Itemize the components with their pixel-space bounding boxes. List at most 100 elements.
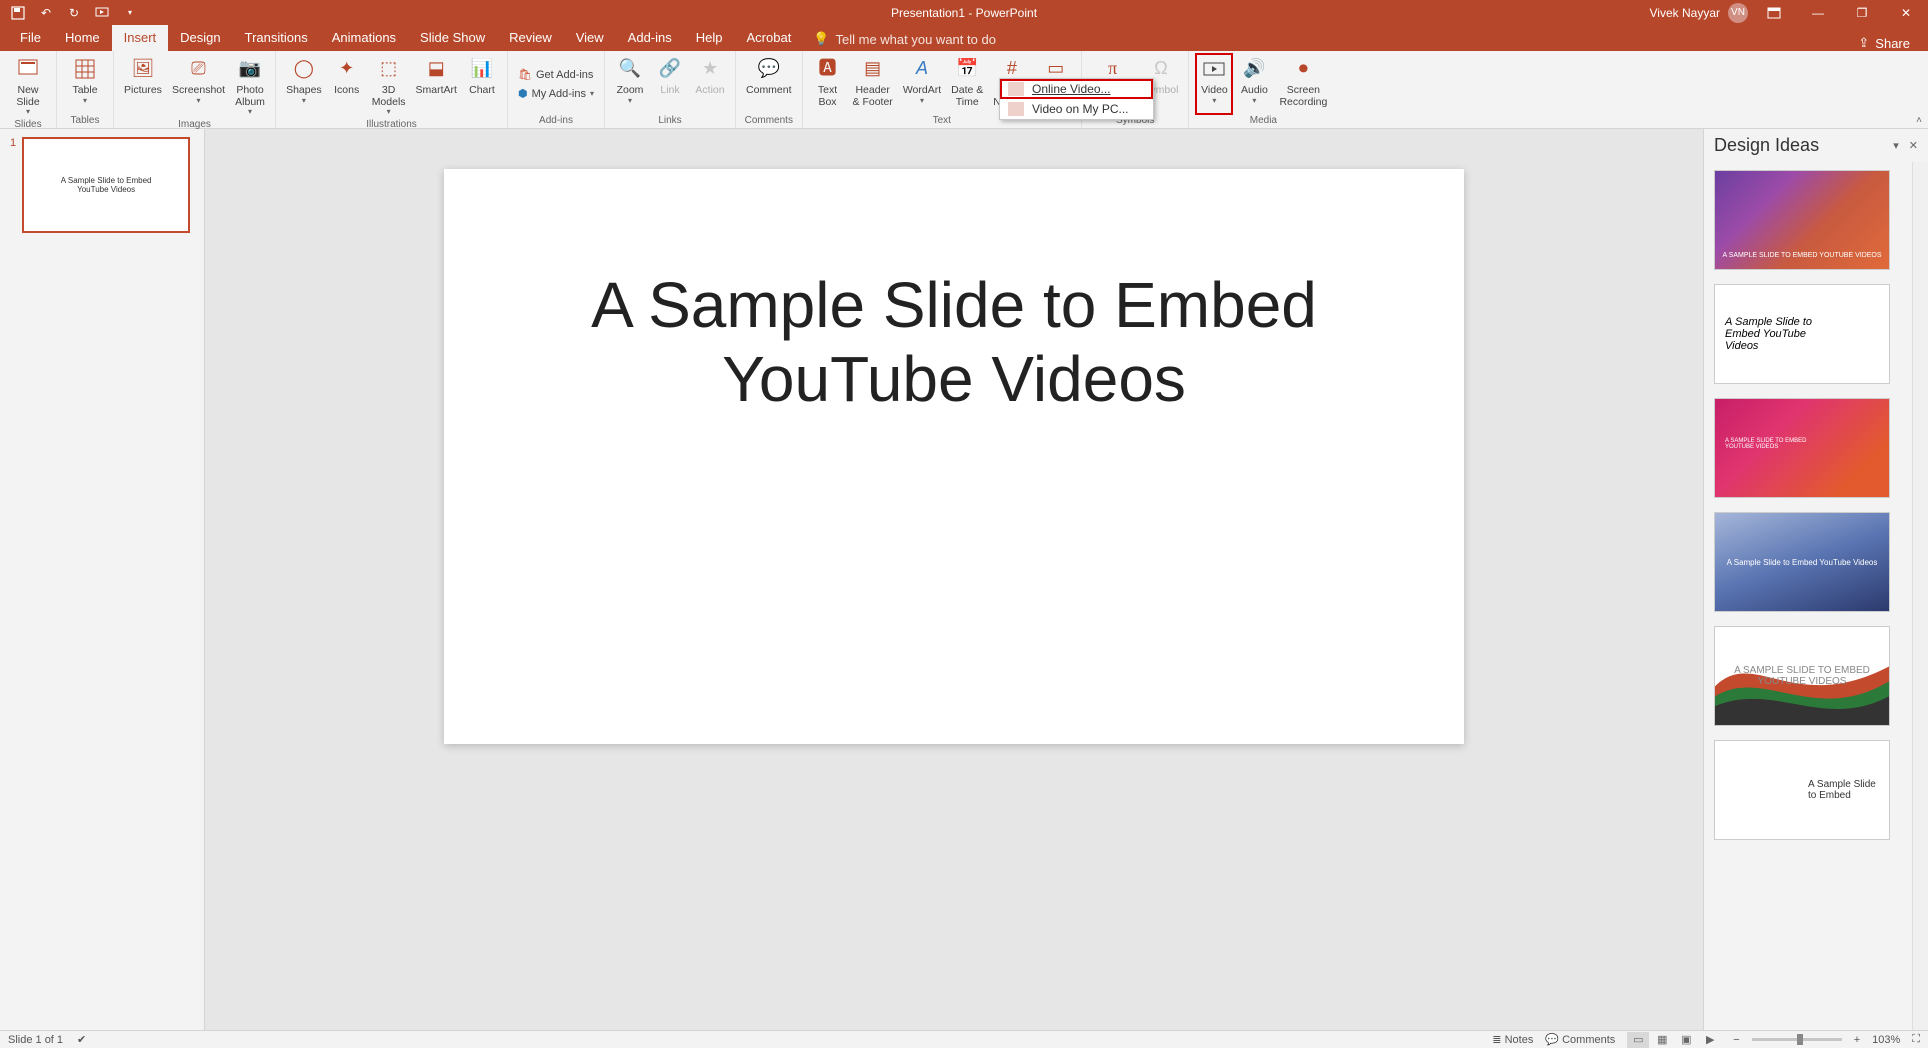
tab-animations[interactable]: Animations	[320, 25, 408, 51]
tab-help[interactable]: Help	[684, 25, 735, 51]
video-button[interactable]: Video▾	[1195, 53, 1233, 115]
design-idea-1[interactable]: A SAMPLE SLIDE TO EMBED YOUTUBE VIDEOS	[1714, 170, 1890, 270]
pane-options-icon[interactable]: ▾	[1893, 139, 1899, 152]
tab-addins[interactable]: Add-ins	[616, 25, 684, 51]
group-tables: Table ▾ Tables	[57, 51, 114, 128]
tab-design[interactable]: Design	[168, 25, 232, 51]
slide-title-text[interactable]: A Sample Slide to Embed YouTube Videos	[591, 269, 1317, 416]
design-idea-6[interactable]: A Sample Slide to Embed	[1714, 740, 1890, 840]
screen-recording-button[interactable]: ⏺Screen Recording	[1275, 53, 1331, 115]
slide-counter[interactable]: Slide 1 of 1	[8, 1034, 63, 1046]
tab-slideshow[interactable]: Slide Show	[408, 25, 497, 51]
slide-thumbnail-1[interactable]: A Sample Slide to Embed YouTube Videos	[22, 137, 190, 233]
spellcheck-icon[interactable]: ✔	[77, 1033, 86, 1046]
group-links-label: Links	[611, 115, 729, 128]
statusbar: Slide 1 of 1 ✔ ≣ Notes 💬 Comments ▭ ▦ ▣ …	[0, 1030, 1928, 1048]
photo-album-button[interactable]: 📷Photo Album▾	[231, 53, 269, 119]
design-idea-4[interactable]: A Sample Slide to Embed YouTube Videos	[1714, 512, 1890, 612]
online-video-label: Online Video...	[1032, 82, 1111, 96]
reading-view-icon[interactable]: ▣	[1675, 1032, 1697, 1048]
pane-close-icon[interactable]: ✕	[1909, 139, 1918, 152]
link-button: 🔗Link	[651, 53, 689, 115]
comment-button[interactable]: 💬Comment	[742, 53, 796, 115]
table-button[interactable]: Table ▾	[63, 53, 107, 115]
get-addins-button[interactable]: 🛍Get Add-ins	[514, 66, 598, 83]
zoom-in-icon[interactable]: +	[1854, 1034, 1860, 1046]
text-box-button[interactable]: 🅰Text Box	[809, 53, 847, 115]
zoom-button[interactable]: 🔍Zoom▾	[611, 53, 649, 115]
slide-canvas-area[interactable]: A Sample Slide to Embed YouTube Videos	[205, 129, 1703, 1030]
tell-me[interactable]: 💡 Tell me what you want to do	[803, 27, 1006, 51]
screenshot-button[interactable]: ⎚Screenshot▾	[168, 53, 229, 119]
wordart-icon: A	[916, 55, 928, 83]
my-addins-button[interactable]: ⬢My Add-ins▾	[514, 85, 598, 102]
start-slideshow-icon[interactable]	[94, 5, 110, 21]
workspace: 1 A Sample Slide to Embed YouTube Videos…	[0, 129, 1928, 1030]
sorter-view-icon[interactable]: ▦	[1651, 1032, 1673, 1048]
tab-acrobat[interactable]: Acrobat	[735, 25, 804, 51]
new-slide-button[interactable]: New Slide ▾	[6, 53, 50, 119]
user-name[interactable]: Vivek Nayyar	[1650, 6, 1720, 20]
smartart-button[interactable]: ⬓SmartArt	[412, 53, 461, 119]
tab-file[interactable]: File	[8, 25, 53, 51]
slide-canvas[interactable]: A Sample Slide to Embed YouTube Videos	[444, 169, 1464, 744]
wordart-button[interactable]: AWordArt▾	[899, 53, 945, 115]
table-icon	[74, 55, 96, 83]
minimize-icon[interactable]: —	[1800, 0, 1836, 25]
chart-button[interactable]: 📊Chart	[463, 53, 501, 119]
zoom-slider[interactable]	[1752, 1038, 1842, 1041]
design-ideas-scrollbar[interactable]	[1912, 162, 1928, 1030]
redo-icon[interactable]: ↻	[66, 5, 82, 21]
online-video-menu-item[interactable]: Online Video...	[1000, 79, 1153, 99]
tab-review[interactable]: Review	[497, 25, 564, 51]
3d-models-button[interactable]: ⬚3D Models▾	[368, 53, 410, 119]
design-idea-3[interactable]: A SAMPLE SLIDE TO EMBED YOUTUBE VIDEOS	[1714, 398, 1890, 498]
slideshow-view-icon[interactable]: ▶	[1699, 1032, 1721, 1048]
share-button[interactable]: ⇪ Share	[1858, 35, 1910, 51]
zoom-out-icon[interactable]: −	[1733, 1034, 1739, 1046]
date-time-button[interactable]: 📅Date & Time	[947, 53, 987, 115]
comments-button[interactable]: 💬 Comments	[1545, 1033, 1615, 1046]
group-media: Video▾ 🔊Audio▾ ⏺Screen Recording Media	[1189, 51, 1337, 128]
save-icon[interactable]	[10, 5, 26, 21]
store-icon: 🛍	[518, 68, 532, 81]
user-avatar[interactable]: VN	[1728, 3, 1748, 23]
design-idea-5[interactable]: A SAMPLE SLIDE TO EMBED YOUTUBE VIDEOS	[1714, 626, 1890, 726]
tab-insert[interactable]: Insert	[112, 25, 169, 51]
restore-icon[interactable]: ❐	[1844, 0, 1880, 25]
chevron-down-icon: ▾	[26, 108, 30, 117]
zoom-level[interactable]: 103%	[1872, 1034, 1900, 1046]
qat-customize-icon[interactable]: ▾	[122, 5, 138, 21]
undo-icon[interactable]: ↶	[38, 5, 54, 21]
window-title: Presentation1 - PowerPoint	[891, 6, 1037, 20]
notes-button[interactable]: ≣ Notes	[1492, 1033, 1533, 1046]
icons-icon: ✦	[339, 55, 354, 83]
audio-button[interactable]: 🔊Audio▾	[1235, 53, 1273, 115]
normal-view-icon[interactable]: ▭	[1627, 1032, 1649, 1048]
pictures-button[interactable]: 🖼Pictures	[120, 53, 166, 119]
design-idea-2[interactable]: A Sample Slide to Embed YouTube Videos	[1714, 284, 1890, 384]
header-footer-button[interactable]: ▤Header & Footer	[849, 53, 897, 115]
tab-view[interactable]: View	[564, 25, 616, 51]
share-icon: ⇪	[1858, 35, 1869, 51]
tell-me-label: Tell me what you want to do	[836, 32, 996, 47]
close-icon[interactable]: ✕	[1888, 0, 1924, 25]
shapes-button[interactable]: ◯Shapes▾	[282, 53, 326, 119]
icons-button[interactable]: ✦Icons	[328, 53, 366, 119]
action-icon: ★	[702, 55, 718, 83]
tab-home[interactable]: Home	[53, 25, 112, 51]
titlebar: ↶ ↻ ▾ Presentation1 - PowerPoint Vivek N…	[0, 0, 1928, 25]
video-on-pc-menu-item[interactable]: Video on My PC...	[1000, 99, 1153, 119]
tab-transitions[interactable]: Transitions	[233, 25, 320, 51]
ribbon-display-icon[interactable]	[1756, 0, 1792, 25]
collapse-ribbon-icon[interactable]: ˄	[1916, 115, 1922, 126]
fit-to-window-icon[interactable]: ⛶	[1912, 1033, 1920, 1046]
video-dropdown-menu: Online Video... Video on My PC...	[999, 78, 1154, 120]
video-icon	[1203, 55, 1225, 83]
design-ideas-list[interactable]: A SAMPLE SLIDE TO EMBED YOUTUBE VIDEOS A…	[1704, 162, 1912, 1030]
photo-album-icon: 📷	[239, 55, 261, 83]
group-media-label: Media	[1195, 115, 1331, 128]
design-ideas-pane: Design Ideas ▾ ✕ A SAMPLE SLIDE TO EMBED…	[1703, 129, 1928, 1030]
chevron-down-icon: ▾	[83, 97, 87, 106]
shapes-icon: ◯	[294, 55, 314, 83]
